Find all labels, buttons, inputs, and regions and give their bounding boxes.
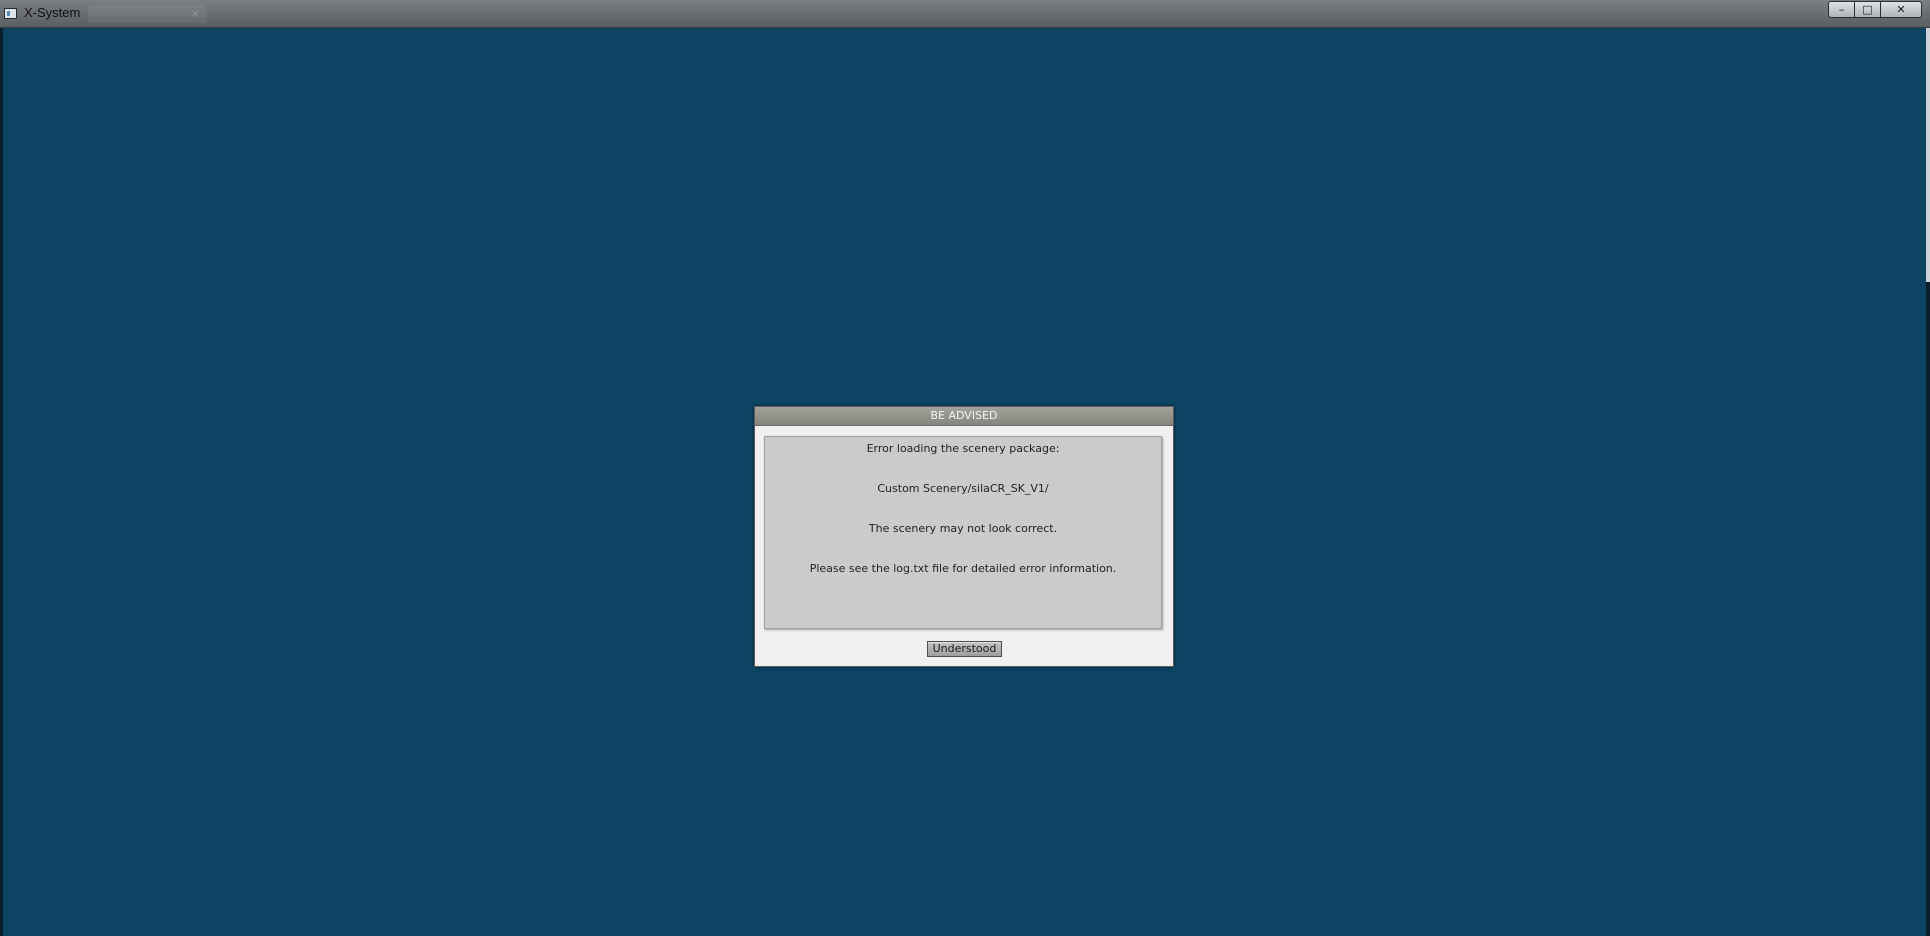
- window-right-edge-lower: [1926, 282, 1930, 936]
- understood-button[interactable]: Understood: [927, 641, 1002, 657]
- tab-close-icon[interactable]: ×: [191, 7, 200, 20]
- warning-message-line: The scenery may not look correct.: [868, 522, 1058, 535]
- alert-dialog: BE ADVISED Error loading the scenery pac…: [754, 406, 1174, 667]
- log-hint-line: Please see the log.txt file for detailed…: [809, 562, 1117, 575]
- minimize-button[interactable]: –: [1828, 1, 1855, 18]
- maximize-button[interactable]: □: [1854, 1, 1881, 18]
- title-bar[interactable]: X-System × – □ ✕: [0, 0, 1930, 28]
- error-message-line: Error loading the scenery package:: [866, 442, 1060, 455]
- app-window: X-System × – □ ✕ BE ADVISED Error loadin…: [0, 0, 1930, 936]
- window-controls: – □ ✕: [1828, 1, 1922, 18]
- dialog-title: BE ADVISED: [755, 407, 1173, 426]
- background-tab[interactable]: ×: [88, 5, 206, 23]
- dialog-message-panel: Error loading the scenery package: Custo…: [764, 436, 1162, 629]
- app-window-icon[interactable]: [4, 8, 17, 19]
- window-title: X-System: [24, 5, 81, 20]
- scenery-path-line: Custom Scenery/silaCR_SK_V1/: [877, 482, 1049, 495]
- close-button[interactable]: ✕: [1880, 1, 1922, 18]
